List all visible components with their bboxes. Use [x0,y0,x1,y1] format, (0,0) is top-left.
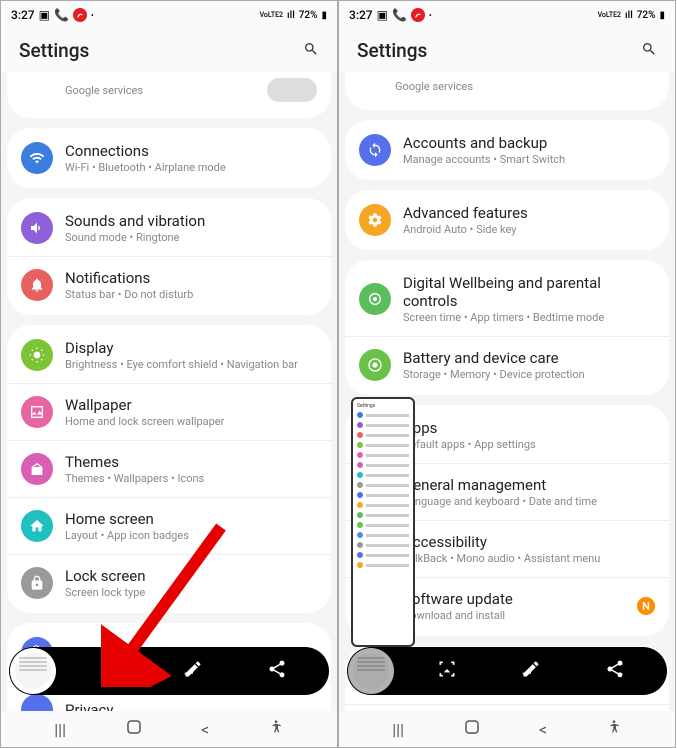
display-icon [21,339,53,371]
nav-bar: ||| < [1,711,337,747]
battery-icon [359,349,391,381]
status-phone-icon: 📞 [392,8,407,22]
share-button[interactable] [605,659,625,684]
screenshot-toolbar [9,647,329,695]
setting-connections[interactable]: ConnectionsWi-Fi • Bluetooth • Airplane … [7,130,331,186]
setting-advanced[interactable]: Advanced featuresAndroid Auto • Side key [345,192,669,248]
screenshot-toolbar [347,647,667,695]
battery-icon: ▮ [321,10,327,21]
status-bar: 3:27 ▣ 📞 • VoLTE2 ıll 72% ▮ [339,1,675,29]
wellbeing-icon [359,283,391,315]
backup-icon [359,134,391,166]
advanced-icon [359,204,391,236]
notifications-icon [21,269,53,301]
setting-display[interactable]: DisplayBrightness • Eye comfort shield •… [7,327,331,383]
home-icon [21,510,53,542]
status-battery: 72% [299,10,318,21]
wifi-icon [21,142,53,174]
nav-back[interactable]: < [539,720,547,739]
nav-bar: ||| < [339,711,675,747]
status-bar: 3:27 ▣ 📞 • VoLTE2 ıll 72% ▮ [1,1,337,29]
battery-icon: ▮ [659,10,665,21]
status-time: 3:27 [349,8,373,22]
screenshot-preview[interactable] [10,648,56,694]
search-button[interactable] [303,41,319,61]
scroll-capture-button[interactable] [437,659,457,684]
status-battery: 72% [637,10,656,21]
carrier-logo [411,8,425,22]
status-image-icon: ▣ [377,8,388,22]
nav-accessibility[interactable] [606,719,622,739]
status-network: VoLTE2 [598,11,621,19]
nav-recents[interactable]: ||| [54,720,66,739]
status-dot: • [91,11,94,20]
update-badge: N [637,597,655,615]
setting-accounts[interactable]: Accounts and backupManage accounts • Sma… [345,122,669,178]
status-phone-icon: 📞 [54,8,69,22]
status-signal: ıll [287,10,295,21]
scroll-capture-preview[interactable]: Settings [351,397,415,647]
header: Settings [1,29,337,72]
nav-recents[interactable]: ||| [392,720,404,739]
nav-home[interactable] [463,718,481,740]
status-image-icon: ▣ [39,8,50,22]
toggle[interactable] [267,78,317,102]
nav-accessibility[interactable] [268,719,284,739]
lock-icon [21,567,53,599]
partial-item-sub: Google services [65,84,267,97]
sound-icon [21,212,53,244]
status-dot: • [429,11,432,20]
setting-battery[interactable]: Battery and device careStorage • Memory … [345,336,669,393]
status-signal: ıll [625,10,633,21]
screenshot-preview[interactable] [348,648,394,694]
setting-wellbeing[interactable]: Digital Wellbeing and parental controlsS… [345,262,669,336]
phone-screen-left: 3:27 ▣ 📞 • VoLTE2 ıll 72% ▮ Settings Goo… [0,0,338,748]
edit-button[interactable] [183,659,203,684]
setting-notifications[interactable]: NotificationsStatus bar • Do not disturb [7,256,331,313]
setting-homescreen[interactable]: Home screenLayout • App icon badges [7,497,331,554]
carrier-logo [73,8,87,22]
scroll-capture-button[interactable] [99,659,119,684]
status-network: VoLTE2 [260,11,283,19]
edit-button[interactable] [521,659,541,684]
header: Settings [339,29,675,72]
search-button[interactable] [641,41,657,61]
page-title: Settings [19,39,89,62]
share-button[interactable] [267,659,287,684]
setting-sounds[interactable]: Sounds and vibrationSound mode • Rington… [7,200,331,256]
setting-themes[interactable]: ThemesThemes • Wallpapers • Icons [7,440,331,497]
status-time: 3:27 [11,8,35,22]
partial-item-sub: Google services [395,80,655,93]
phone-screen-right: 3:27 ▣ 📞 • VoLTE2 ıll 72% ▮ Settings Goo… [338,0,676,748]
nav-back[interactable]: < [201,720,209,739]
setting-wallpaper[interactable]: WallpaperHome and lock screen wallpaper [7,383,331,440]
nav-home[interactable] [125,718,143,740]
page-title: Settings [357,39,427,62]
wallpaper-icon [21,396,53,428]
themes-icon [21,453,53,485]
setting-lockscreen[interactable]: Lock screenScreen lock type [7,554,331,611]
